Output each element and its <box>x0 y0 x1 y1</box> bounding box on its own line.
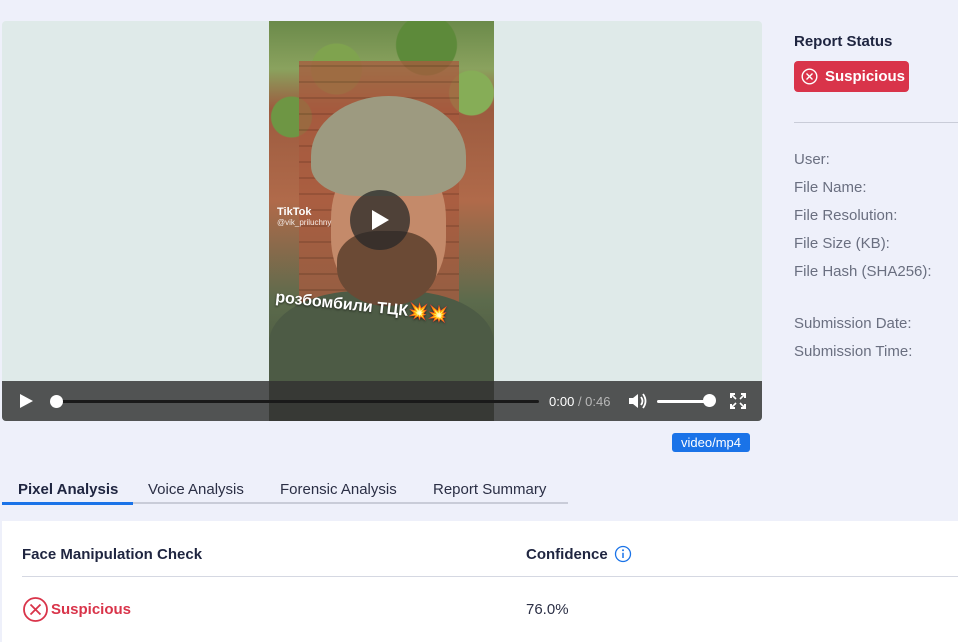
result-label: Suspicious <box>51 601 132 618</box>
meta-file-hash: File Hash (SHA256): <box>794 263 932 280</box>
x-circle-icon <box>23 597 48 622</box>
tiktok-watermark: TikTok @vik_priluchny <box>277 206 331 227</box>
check-column-header: Face Manipulation Check <box>22 546 203 563</box>
analysis-tabs: Pixel Analysis Voice Analysis Forensic A… <box>2 478 568 504</box>
duration: / 0:46 <box>577 394 611 409</box>
meta-submission-time: Submission Time: <box>794 343 913 360</box>
status-label: Suspicious <box>825 68 906 85</box>
status-badge: Suspicious <box>794 61 909 92</box>
meta-user: User: <box>794 151 830 168</box>
big-play-button[interactable] <box>350 190 410 250</box>
meta-file-size: File Size (KB): <box>794 235 890 252</box>
analysis-card: Face Manipulation Check Confidence Suspi… <box>2 521 958 642</box>
play-icon <box>372 210 389 230</box>
time-display: 0:00 / 0:46 <box>549 394 610 409</box>
current-time: 0:00 <box>549 394 575 409</box>
tab-voice-analysis[interactable]: Voice Analysis <box>148 481 244 498</box>
tiktok-brand: TikTok <box>277 206 312 218</box>
video-controls: 0:00 / 0:46 <box>2 381 762 421</box>
meta-file-resolution: File Resolution: <box>794 207 898 224</box>
video-player[interactable]: TikTok @vik_priluchny розбомбили ТЦК💥💥 0… <box>2 21 762 421</box>
volume-knob[interactable] <box>703 394 716 407</box>
info-icon[interactable] <box>614 545 632 563</box>
tiktok-handle: @vik_priluchny <box>277 218 332 227</box>
meta-file-name: File Name: <box>794 179 867 196</box>
tab-report-summary[interactable]: Report Summary <box>433 481 546 498</box>
seek-bar[interactable] <box>50 395 539 408</box>
seek-knob[interactable] <box>50 395 63 408</box>
play-icon[interactable] <box>18 393 34 409</box>
active-tab-indicator <box>2 502 133 505</box>
panel-divider <box>794 122 958 123</box>
check-result: Suspicious <box>22 596 131 623</box>
tab-pixel-analysis[interactable]: Pixel Analysis <box>18 481 118 498</box>
x-circle-icon <box>801 68 818 85</box>
meta-submission-date: Submission Date: <box>794 315 912 332</box>
confidence-column-header: Confidence <box>526 546 608 563</box>
fullscreen-icon[interactable] <box>730 393 746 409</box>
card-divider <box>22 576 958 577</box>
tab-forensic-analysis[interactable]: Forensic Analysis <box>280 481 397 498</box>
mime-type-badge: video/mp4 <box>672 433 750 452</box>
confidence-value: 76.0% <box>526 601 569 618</box>
volume-icon[interactable] <box>628 392 648 410</box>
report-status-title: Report Status <box>794 33 893 50</box>
